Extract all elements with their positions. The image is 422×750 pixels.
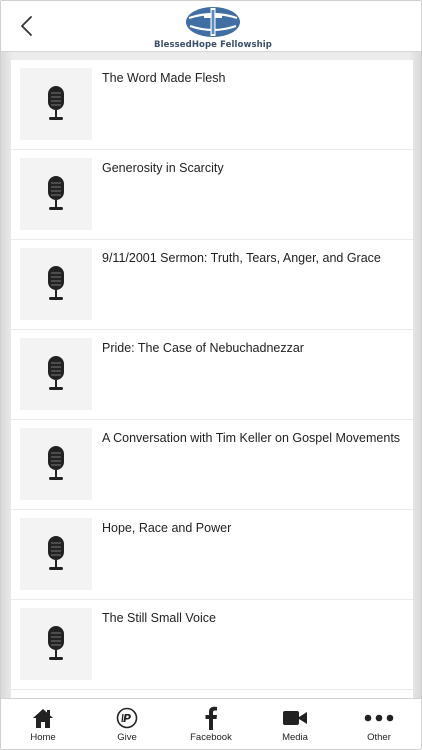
tab-media[interactable]: Media [253,699,337,749]
list-item[interactable]: The Word Made Flesh [11,60,413,150]
sermon-title: Hope, Race and Power [102,521,232,535]
sermon-title: A Conversation with Tim Keller on Gospel… [102,431,401,445]
list-item[interactable]: Pride: The Case of Nebuchadnezzar [11,330,413,420]
microphone-icon [48,356,64,390]
back-button[interactable] [13,12,39,40]
chevron-left-icon [21,16,32,36]
facebook-icon [205,706,217,730]
logo-mark-icon [186,7,240,37]
svg-text:P: P [123,712,131,725]
thumbnail [20,248,92,320]
top-bar: BlessedHope Fellowship [1,1,421,52]
microphone-icon [48,176,64,210]
thumbnail [20,518,92,590]
video-camera-icon [283,711,307,725]
more-icon [364,714,394,722]
give-icon: P [116,707,138,729]
thumbnail [20,158,92,230]
sermon-title: The Still Small Voice [102,611,216,625]
microphone-icon [48,86,64,120]
tab-home[interactable]: Home [1,699,85,749]
tab-other[interactable]: Other [337,699,421,749]
logo-text: BlessedHope Fellowship [154,40,272,50]
thumbnail [20,338,92,410]
sermon-title: Generosity in Scarcity [102,161,224,175]
sermon-title: The Word Made Flesh [102,71,226,85]
tab-facebook[interactable]: Facebook [169,699,253,749]
thumbnail [20,68,92,140]
microphone-icon [48,536,64,570]
list-item[interactable]: 9/11/2001 Sermon: Truth, Tears, Anger, a… [11,240,413,330]
content-area: The Word Made Flesh Generosity in Scarci… [1,52,421,698]
church-logo: BlessedHope Fellowship [151,4,275,50]
microphone-icon [48,266,64,300]
tab-label: Media [282,732,308,743]
tab-label: Home [30,732,56,743]
sermon-list: The Word Made Flesh Generosity in Scarci… [11,60,413,698]
tab-give[interactable]: P Give [85,699,169,749]
list-item[interactable]: Generosity in Scarcity [11,150,413,240]
microphone-icon [48,446,64,480]
app-frame: BlessedHope Fellowship The Word Made Fle… [0,0,422,750]
sermon-title: 9/11/2001 Sermon: Truth, Tears, Anger, a… [102,251,381,265]
thumbnail [20,608,92,680]
home-icon [33,709,53,728]
bottom-tab-bar: Home P Give Facebook Media Other [1,698,421,749]
tab-label: Give [117,732,137,743]
tab-label: Facebook [190,732,232,743]
sermon-title: Pride: The Case of Nebuchadnezzar [102,341,304,355]
list-item[interactable]: Hope, Race and Power [11,510,413,600]
microphone-icon [48,626,64,660]
list-item[interactable]: The Still Small Voice [11,600,413,690]
list-item[interactable] [11,690,413,698]
tab-label: Other [367,732,391,743]
thumbnail [20,428,92,500]
list-item[interactable]: A Conversation with Tim Keller on Gospel… [11,420,413,510]
